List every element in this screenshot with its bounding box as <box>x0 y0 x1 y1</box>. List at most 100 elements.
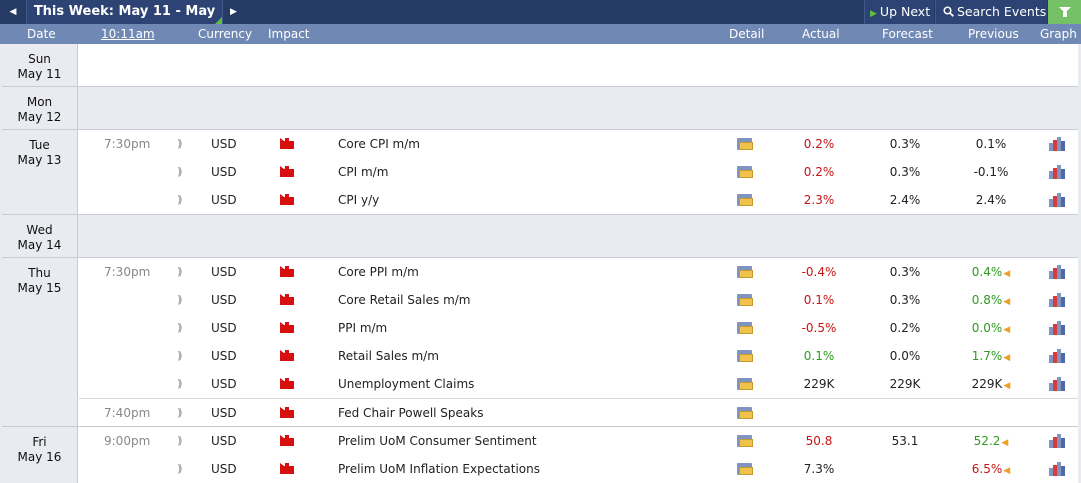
event-time: 7:40pm <box>104 406 151 420</box>
event-row[interactable]: )) USD Core Retail Sales m/m 0.1% 0.3% 0.8%◀ <box>79 286 1078 314</box>
detail-folder-icon[interactable] <box>737 350 753 362</box>
sound-icon[interactable]: )) <box>177 158 182 186</box>
event-row[interactable]: )) USD CPI y/y 2.3% 2.4% 2.4% <box>79 186 1078 214</box>
sound-icon[interactable]: )) <box>177 455 182 483</box>
event-title[interactable]: PPI m/m <box>338 314 387 342</box>
impact-high-folder-icon <box>280 266 294 277</box>
event-row[interactable]: 9:00pm)) USD Prelim UoM Consumer Sentiment… <box>79 427 1078 455</box>
search-events-button[interactable]: Search Events <box>935 0 1047 24</box>
sound-icon[interactable]: )) <box>177 258 182 286</box>
revised-indicator-icon[interactable]: ◀ <box>1003 325 1010 335</box>
actual-value: 50.8 <box>805 434 833 448</box>
filter-button[interactable] <box>1048 0 1081 24</box>
event-title[interactable]: CPI m/m <box>338 158 388 186</box>
event-row[interactable]: )) USD Unemployment Claims 229K 229K 229K◀ <box>79 370 1078 398</box>
detail-folder-icon[interactable] <box>737 166 753 178</box>
graph-icon[interactable] <box>1049 434 1065 448</box>
graph-icon[interactable] <box>1049 321 1065 335</box>
detail-folder-icon[interactable] <box>737 294 753 306</box>
search-events-label: Search Events <box>957 4 1047 19</box>
detail-folder-icon[interactable] <box>737 194 753 206</box>
event-row[interactable]: 7:30pm)) USD Core CPI m/m 0.2% 0.3% 0.1% <box>79 130 1078 158</box>
impact-body <box>280 381 294 389</box>
actual-value: 229K <box>803 377 835 391</box>
impact-body <box>280 269 294 277</box>
day-group: Thu May 15 7:30pm)) USD Core PPI m/m -0.4% 0.3… <box>2 258 1078 427</box>
previous-cell: 2.4% <box>941 186 1041 214</box>
sound-icon[interactable]: )) <box>177 314 182 342</box>
event-title[interactable]: Unemployment Claims <box>338 370 474 398</box>
event-row[interactable]: )) USD PPI m/m -0.5% 0.2% 0.0%◀ <box>79 314 1078 342</box>
revised-indicator-icon[interactable]: ◀ <box>1001 438 1008 448</box>
event-title[interactable]: Core Retail Sales m/m <box>338 286 471 314</box>
day-of-week: Sun <box>28 52 51 66</box>
sound-icon[interactable]: )) <box>177 186 182 214</box>
next-week-arrow-icon[interactable]: ▶ <box>222 0 244 24</box>
day-date: May 12 <box>17 110 62 124</box>
detail-folder-icon[interactable] <box>737 266 753 278</box>
event-title[interactable]: Retail Sales m/m <box>338 342 439 370</box>
graph-icon[interactable] <box>1049 265 1065 279</box>
graph-icon[interactable] <box>1049 165 1065 179</box>
revised-indicator-icon[interactable]: ◀ <box>1003 466 1010 476</box>
previous-value: 0.0% <box>971 321 1003 335</box>
event-row[interactable]: 7:40pm)) USD Fed Chair Powell Speaks <box>79 398 1078 426</box>
day-date: May 13 <box>17 153 62 167</box>
day-label: Mon May 12 <box>2 87 78 129</box>
sound-icon[interactable]: )) <box>177 427 182 455</box>
event-currency: USD <box>211 165 237 179</box>
event-row[interactable]: )) USD Prelim UoM Inflation Expectations 7.… <box>79 455 1078 483</box>
graph-icon[interactable] <box>1049 462 1065 476</box>
detail-folder-icon[interactable] <box>737 378 753 390</box>
detail-folder-icon[interactable] <box>737 407 753 419</box>
graph-icon[interactable] <box>1049 377 1065 391</box>
event-row[interactable]: )) USD Retail Sales m/m 0.1% 0.0% 1.7%◀ <box>79 342 1078 370</box>
graph-icon[interactable] <box>1049 137 1065 151</box>
detail-folder-icon[interactable] <box>737 435 753 447</box>
graph-icon[interactable] <box>1049 193 1065 207</box>
graph-icon[interactable] <box>1049 293 1065 307</box>
graph-bar <box>1061 269 1065 279</box>
event-title[interactable]: CPI y/y <box>338 186 379 214</box>
current-time-link[interactable]: 10:11am <box>101 24 155 44</box>
up-next-label: Up Next <box>879 4 931 19</box>
event-title[interactable]: Fed Chair Powell Speaks <box>338 399 483 427</box>
previous-week-arrow-icon[interactable]: ◀ <box>2 0 24 24</box>
sound-icon[interactable]: )) <box>177 130 182 158</box>
event-title[interactable]: Core CPI m/m <box>338 130 420 158</box>
revised-indicator-icon[interactable]: ◀ <box>1003 353 1010 363</box>
event-row[interactable]: )) USD CPI m/m 0.2% 0.3% -0.1% <box>79 158 1078 186</box>
forecast-value: 0.3% <box>889 293 921 307</box>
day-label: Fri May 16 <box>2 427 78 483</box>
week-corner-marker-icon <box>215 17 222 24</box>
revised-indicator-icon[interactable]: ◀ <box>1003 381 1010 391</box>
previous-value: 0.1% <box>975 137 1007 151</box>
col-detail: Detail <box>729 27 765 41</box>
detail-folder-icon[interactable] <box>737 322 753 334</box>
day-group: Fri May 16 9:00pm)) USD Prelim UoM Consumer … <box>2 427 1078 483</box>
forecast-value: 229K <box>889 377 921 391</box>
sound-icon[interactable]: )) <box>177 399 182 427</box>
event-title[interactable]: Core PPI m/m <box>338 258 419 286</box>
event-time: 7:30pm <box>104 265 151 279</box>
detail-folder-icon[interactable] <box>737 138 753 150</box>
graph-icon[interactable] <box>1049 349 1065 363</box>
actual-value: 0.1% <box>803 349 835 363</box>
sound-icon[interactable]: )) <box>177 286 182 314</box>
sound-icon[interactable]: )) <box>177 342 182 370</box>
graph-bar <box>1061 325 1065 335</box>
folder-front <box>739 354 753 362</box>
detail-folder-icon[interactable] <box>737 463 753 475</box>
sound-icon[interactable]: )) <box>177 370 182 398</box>
impact-high-folder-icon <box>280 435 294 446</box>
event-title[interactable]: Prelim UoM Inflation Expectations <box>338 455 540 483</box>
revised-indicator-icon[interactable]: ◀ <box>1003 269 1010 279</box>
event-currency: USD <box>211 265 237 279</box>
event-title[interactable]: Prelim UoM Consumer Sentiment <box>338 427 537 455</box>
up-next-button[interactable]: ▶ Up Next <box>864 0 934 24</box>
event-row[interactable]: 7:30pm)) USD Core PPI m/m -0.4% 0.3% 0.4%◀ <box>79 258 1078 286</box>
forecast-value: 0.3% <box>889 137 921 151</box>
week-label[interactable]: This Week: May 11 - May 17 <box>26 0 222 43</box>
graph-bar <box>1061 141 1065 151</box>
revised-indicator-icon[interactable]: ◀ <box>1003 297 1010 307</box>
